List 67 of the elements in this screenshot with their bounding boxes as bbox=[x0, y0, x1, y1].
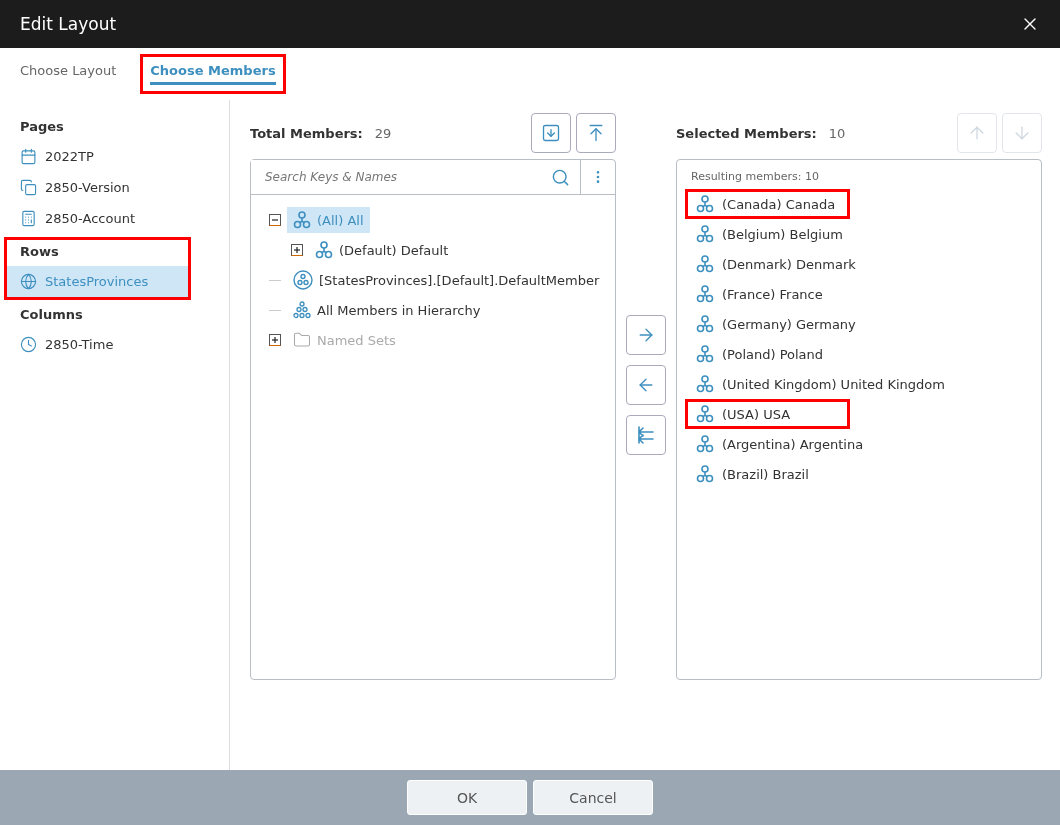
toolbar-button[interactable] bbox=[576, 112, 616, 153]
sidebar-item-label: 2022TP bbox=[45, 149, 94, 164]
sidebar-item-label: 2850-Account bbox=[45, 211, 135, 226]
circled-hierarchy-icon bbox=[293, 270, 313, 290]
member-item[interactable]: (USA) USA bbox=[685, 399, 850, 429]
member-item[interactable]: (United Kingdom) United Kingdom bbox=[685, 369, 956, 399]
member-item[interactable]: (Argentina) Argentina bbox=[685, 429, 875, 459]
footer-button[interactable]: Cancel bbox=[533, 780, 653, 815]
sidebar-item[interactable]: 2850-Account bbox=[3, 203, 226, 234]
tree-item[interactable]: [StatesProvinces].[Default].DefaultMember bbox=[287, 266, 606, 294]
tree-item[interactable]: (Default) Default bbox=[309, 237, 455, 263]
hierarchy-icon bbox=[696, 435, 714, 453]
toolbar-button[interactable] bbox=[531, 112, 571, 153]
footer-button[interactable]: OK bbox=[407, 780, 527, 815]
calculator-icon bbox=[20, 210, 37, 227]
copy-icon bbox=[20, 179, 37, 196]
hierarchy-icon bbox=[696, 465, 714, 483]
hierarchy-icon bbox=[315, 241, 333, 259]
section-heading: Rows bbox=[19, 243, 60, 261]
section-heading: Pages bbox=[19, 118, 65, 136]
minus-icon bbox=[271, 216, 279, 224]
member-item[interactable]: (Canada) Canada bbox=[685, 189, 850, 219]
transfer-button[interactable] bbox=[626, 365, 666, 405]
search-icon bbox=[551, 167, 570, 187]
sidebar-item-label: 2850-Version bbox=[45, 180, 130, 195]
tree-item[interactable]: All Members in Hierarchy bbox=[287, 297, 487, 323]
window-title: Edit Layout bbox=[20, 14, 117, 34]
hierarchy-icon bbox=[696, 195, 714, 213]
member-item[interactable]: (Denmark) Denmark bbox=[685, 249, 867, 279]
cluster-icon bbox=[293, 301, 311, 319]
hierarchy-icon bbox=[293, 211, 311, 229]
plus-icon bbox=[271, 336, 279, 344]
plus-icon bbox=[293, 246, 301, 254]
selected-members-count: 10 bbox=[828, 126, 846, 141]
double-left-arrow-icon bbox=[636, 425, 656, 445]
resulting-members-text: Resulting members: 10 bbox=[690, 169, 820, 185]
transfer-button[interactable] bbox=[626, 315, 666, 355]
tab[interactable]: Choose Layout bbox=[10, 54, 127, 94]
member-item[interactable]: (Brazil) Brazil bbox=[685, 459, 850, 489]
expand-toggle[interactable] bbox=[291, 244, 303, 256]
sidebar-item[interactable]: 2850-Time bbox=[3, 329, 226, 360]
sidebar-item[interactable]: 2850-Version bbox=[3, 172, 226, 203]
member-item[interactable]: (France) France bbox=[685, 279, 850, 309]
hierarchy-icon bbox=[696, 255, 714, 273]
globe-icon bbox=[20, 273, 37, 290]
hierarchy-icon bbox=[696, 315, 714, 333]
hierarchy-icon bbox=[696, 405, 714, 423]
member-item[interactable]: (Belgium) Belgium bbox=[685, 219, 854, 249]
hierarchy-icon bbox=[696, 285, 714, 303]
hierarchy-icon bbox=[696, 225, 714, 243]
selected-members-label: Selected Members: bbox=[676, 126, 817, 141]
collapse-toggle[interactable] bbox=[269, 214, 281, 226]
sidebar-item-label: StatesProvinces bbox=[45, 274, 149, 289]
hierarchy-icon bbox=[696, 345, 714, 363]
clock-icon bbox=[20, 336, 37, 353]
sidebar-item[interactable]: 2022TP bbox=[3, 141, 226, 172]
tab[interactable]: Choose Members bbox=[140, 54, 286, 94]
member-item[interactable]: (Poland) Poland bbox=[685, 339, 850, 369]
calendar-icon bbox=[20, 148, 37, 165]
folder-icon bbox=[293, 331, 311, 349]
transfer-button[interactable] bbox=[626, 415, 666, 455]
section-heading: Columns bbox=[19, 306, 84, 324]
sidebar-item-label: 2850-Time bbox=[45, 337, 114, 352]
total-members-label: Total Members: bbox=[250, 126, 363, 141]
member-item[interactable]: (Germany) Germany bbox=[685, 309, 867, 339]
total-members-count: 29 bbox=[374, 126, 392, 141]
hierarchy-icon bbox=[696, 375, 714, 393]
